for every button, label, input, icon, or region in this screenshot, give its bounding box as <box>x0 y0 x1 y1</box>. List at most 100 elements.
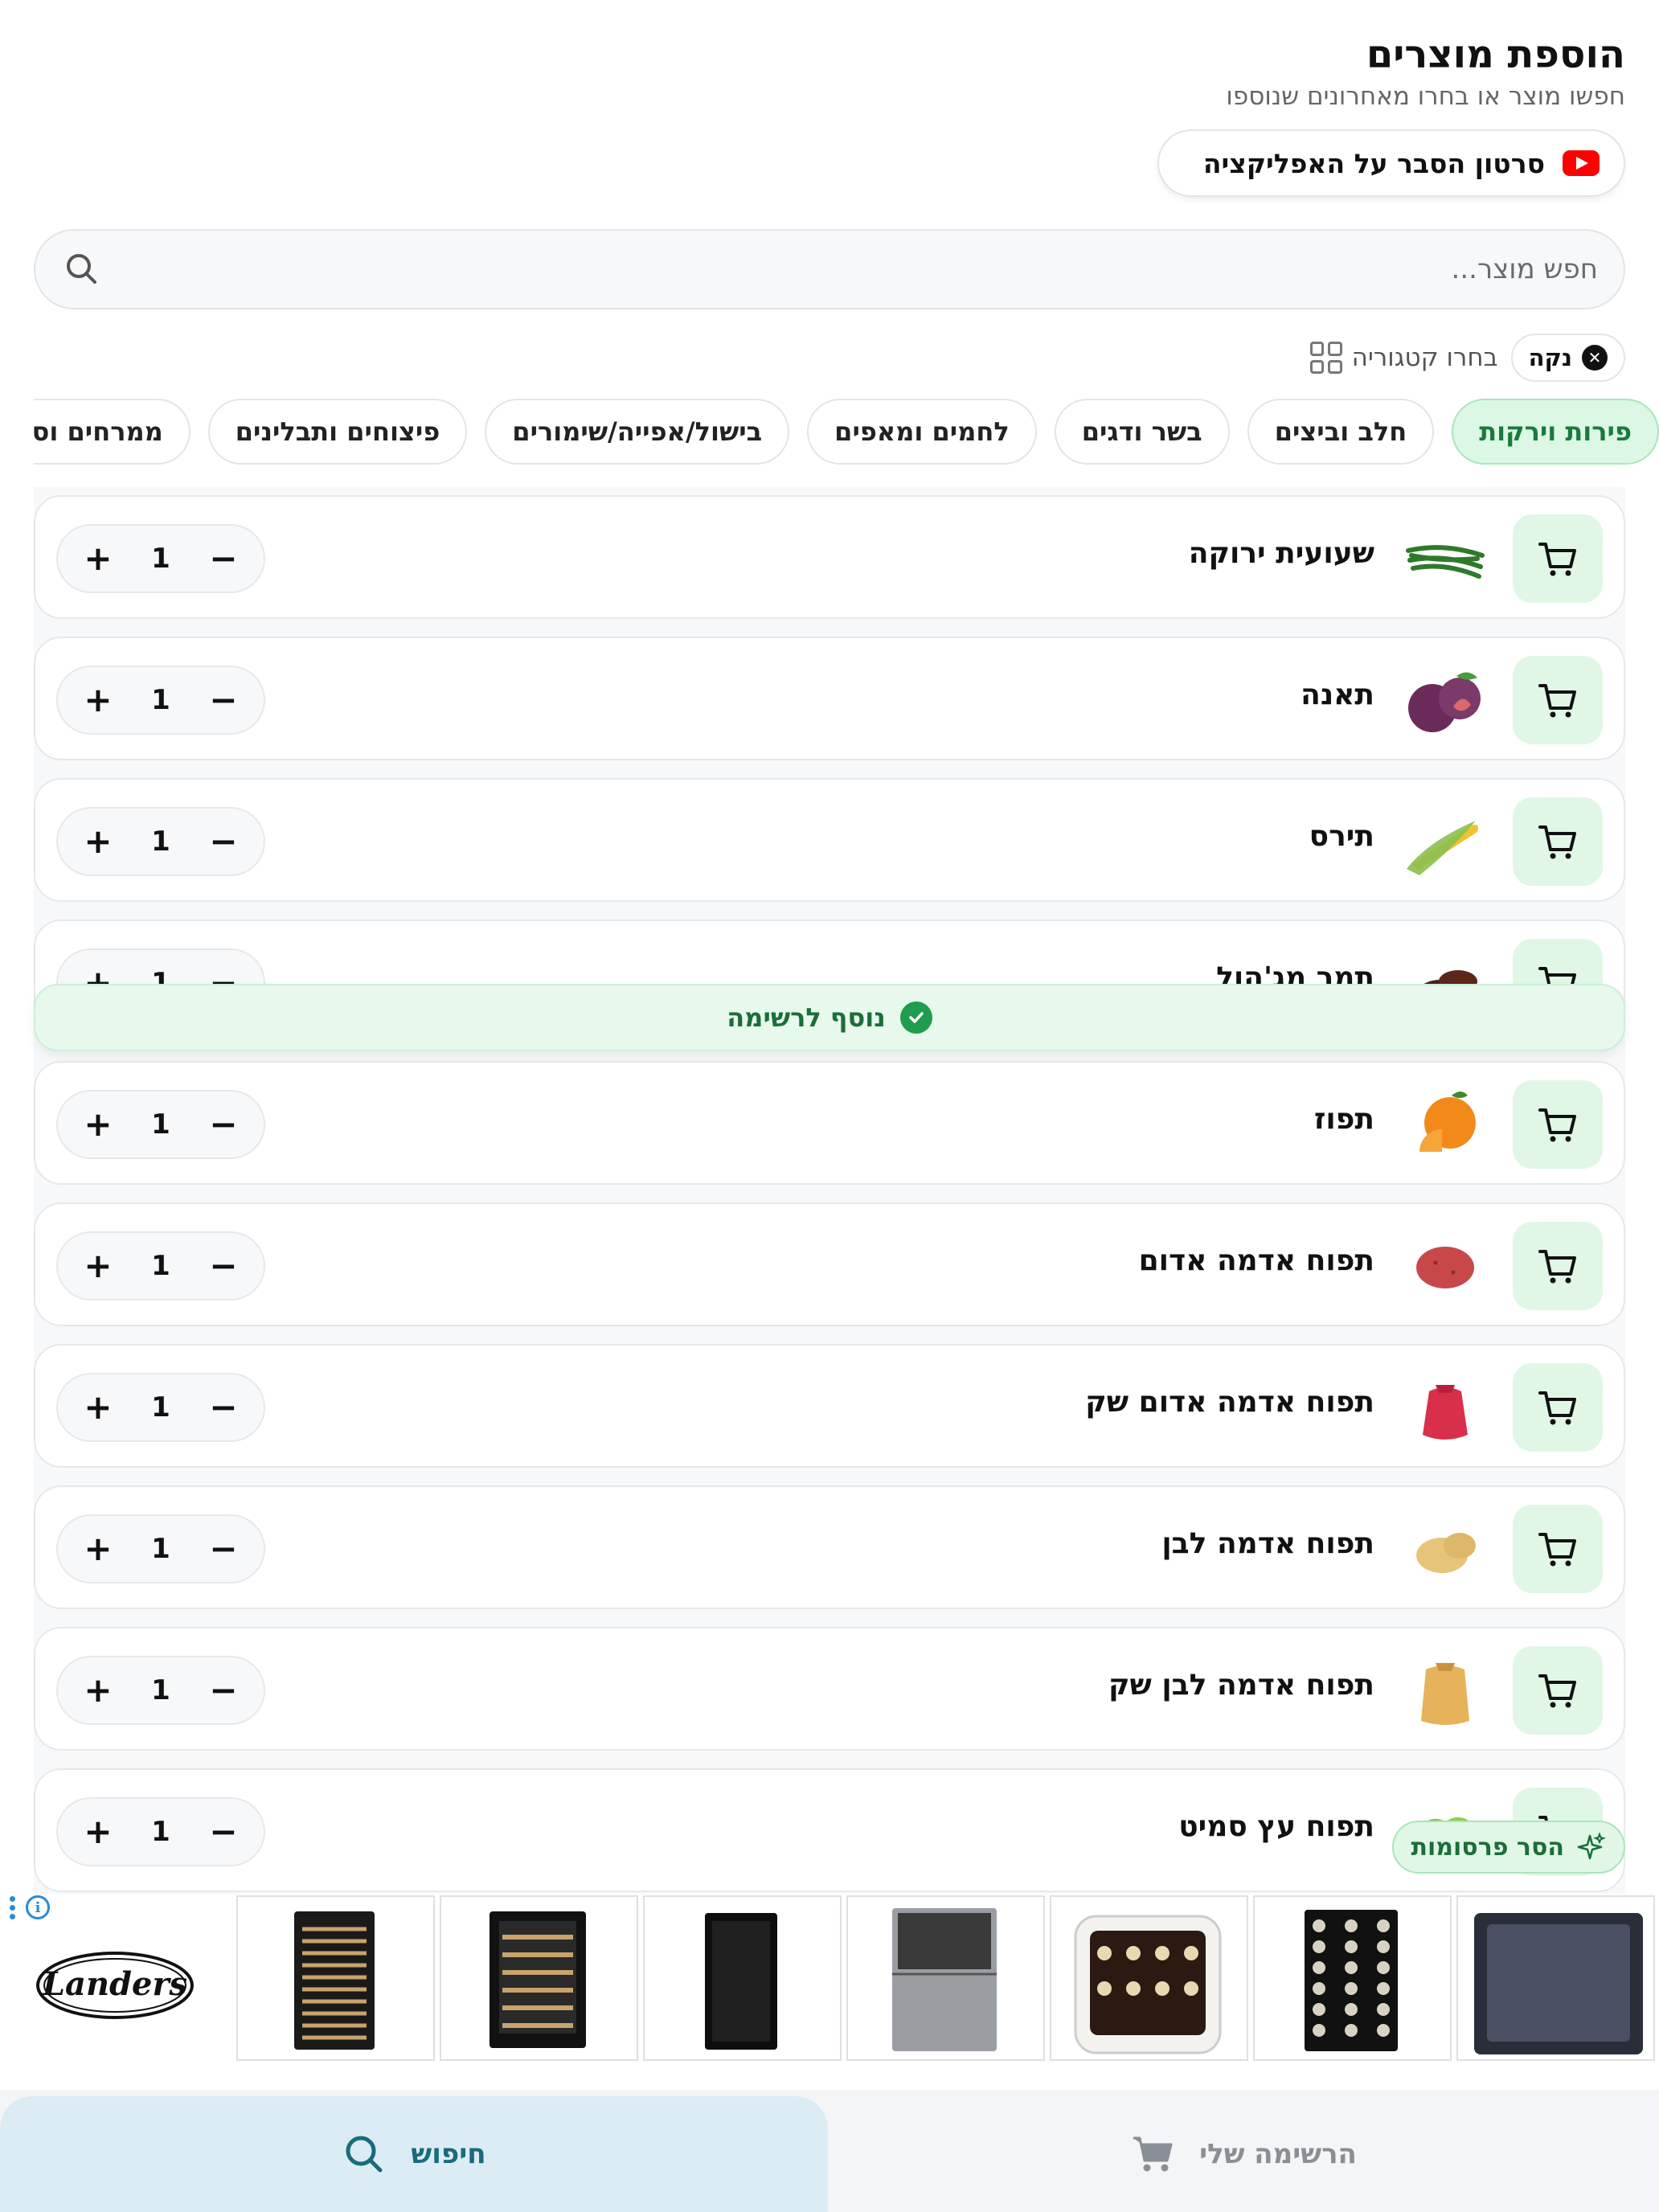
add-to-cart-button[interactable] <box>1513 1505 1603 1593</box>
category-chip[interactable]: לחמים ומאפים <box>807 399 1037 465</box>
svg-text:Landers: Landers <box>42 1965 187 2003</box>
add-to-cart-button[interactable] <box>1513 1363 1603 1452</box>
product-image <box>1423 1385 1468 1440</box>
product-name: תפוז <box>1313 1103 1374 1136</box>
add-to-cart-button[interactable] <box>1513 1080 1603 1169</box>
page-title: הוספת מוצרים <box>1366 32 1625 77</box>
add-to-cart-button[interactable] <box>1513 1222 1603 1310</box>
quantity-value: 1 <box>151 543 170 575</box>
nav-tab-my-list-label: הרשימה שלי <box>1199 2138 1357 2170</box>
ad-product-card[interactable] <box>1456 1895 1655 2061</box>
category-scroller[interactable]: פירות וירקות חלב וביצים בשר ודגים לחמים ומא… <box>34 399 1659 465</box>
ad-product-image <box>892 1908 997 2051</box>
add-to-cart-button[interactable] <box>1513 656 1603 744</box>
category-picker[interactable]: בחרו קטגוריה <box>1309 342 1498 374</box>
category-chip[interactable]: בישול/אפייה/שימורים <box>485 399 790 465</box>
cart-icon <box>1538 1391 1576 1425</box>
ad-product-card[interactable] <box>846 1895 1045 2061</box>
increment-button[interactable]: + <box>82 1391 114 1424</box>
add-to-cart-button[interactable] <box>1513 797 1603 886</box>
ad-product-card[interactable] <box>236 1895 435 2061</box>
product-row[interactable]: תפוז +1 − <box>34 1061 1625 1185</box>
quantity-stepper: +1 − <box>56 1373 265 1442</box>
product-row[interactable]: תירס +1 − <box>34 778 1625 902</box>
category-chip[interactable]: ממרחים וסלטים <box>34 399 190 465</box>
category-chip[interactable]: פיצוחים ותבלינים <box>207 399 468 465</box>
category-chip[interactable]: בשר ודגים <box>1054 399 1230 465</box>
quantity-stepper: +1 − <box>56 1514 265 1583</box>
ad-product-card[interactable] <box>1253 1895 1452 2061</box>
category-track: פירות וירקות חלב וביצים בשר ודגים לחמים ומא… <box>34 399 1659 465</box>
product-name: תפוח אדמה לבן <box>1161 1527 1374 1560</box>
cart-icon <box>1538 1108 1576 1142</box>
increment-button[interactable]: + <box>82 683 114 717</box>
clear-filter-chip[interactable]: ✕ נקה <box>1510 334 1625 382</box>
ad-product-card[interactable] <box>440 1895 638 2061</box>
ad-banner[interactable]: i Landers <box>0 1894 1659 2066</box>
quantity-stepper: +1 − <box>56 1797 265 1866</box>
clear-filter-label: נקה <box>1528 344 1572 371</box>
decrement-button[interactable]: − <box>207 1391 240 1424</box>
page-subtitle: חפשו מוצר או בחרו מאחרונים שנוספו <box>1226 82 1625 111</box>
decrement-button[interactable]: − <box>207 1249 240 1283</box>
product-image <box>1421 1663 1469 1725</box>
product-row[interactable]: תפוח אדמה לבן +1 − <box>34 1485 1625 1609</box>
product-name: תפוח אדמה אדום <box>1138 1244 1374 1277</box>
product-row[interactable]: תפוח עץ סמיט +1 − <box>34 1768 1625 1892</box>
ad-product-image <box>490 1911 586 2048</box>
decrement-button[interactable]: − <box>207 1815 240 1849</box>
add-to-cart-button[interactable] <box>1513 1646 1603 1735</box>
ad-brand-logo[interactable]: Landers <box>32 1944 198 2027</box>
search-icon[interactable] <box>61 248 103 290</box>
nav-tab-my-list[interactable]: הרשימה שלי <box>828 2096 1659 2212</box>
product-name: תאנה <box>1301 678 1374 711</box>
ad-product-card[interactable] <box>643 1895 842 2061</box>
product-image <box>1416 1533 1476 1573</box>
info-icon[interactable]: i <box>26 1895 50 1919</box>
increment-button[interactable]: + <box>82 1108 114 1141</box>
filter-row: ✕ נקה בחרו קטגוריה <box>1309 334 1625 382</box>
product-row[interactable]: שעועית ירוקה +1 − <box>34 495 1625 619</box>
added-to-list-toast: נוסף לרשימה <box>34 984 1625 1051</box>
ad-info[interactable]: i <box>10 1895 50 1919</box>
decrement-button[interactable]: − <box>207 1673 240 1707</box>
ad-product-image <box>1074 1915 1222 2054</box>
ad-product-card[interactable] <box>1050 1895 1248 2061</box>
increment-button[interactable]: + <box>82 1249 114 1283</box>
increment-button[interactable]: + <box>82 825 114 858</box>
decrement-button[interactable]: − <box>207 542 240 576</box>
video-explainer-label: סרטון הסבר על האפליקציה <box>1202 147 1545 179</box>
category-chip[interactable]: חלב וביצים <box>1247 399 1435 465</box>
search-input[interactable] <box>103 245 1598 293</box>
product-image <box>1419 1092 1476 1152</box>
increment-button[interactable]: + <box>82 542 114 576</box>
ad-product-image <box>294 1911 375 2050</box>
increment-button[interactable]: + <box>82 1532 114 1566</box>
product-row[interactable]: תפוח אדמה אדום +1 − <box>34 1202 1625 1326</box>
product-name: תפוח אדמה לבן שק <box>1108 1669 1374 1702</box>
youtube-icon <box>1563 150 1600 176</box>
product-list[interactable]: שעועית ירוקה +1− תאנה +1− תירס +1− תמר מג'הול +… <box>34 487 1625 1894</box>
quantity-value: 1 <box>151 825 170 858</box>
video-explainer-button[interactable]: סרטון הסבר על האפליקציה <box>1157 129 1625 197</box>
decrement-button[interactable]: − <box>207 1108 240 1141</box>
increment-button[interactable]: + <box>82 1815 114 1849</box>
cart-icon <box>1538 543 1576 576</box>
add-to-cart-button[interactable] <box>1513 514 1603 603</box>
nav-tab-search[interactable]: חיפוש <box>0 2096 828 2212</box>
decrement-button[interactable]: − <box>207 1532 240 1566</box>
decrement-button[interactable]: − <box>207 825 240 858</box>
decrement-button[interactable]: − <box>207 683 240 717</box>
cart-icon <box>1538 1674 1576 1708</box>
grid-icon <box>1309 342 1342 374</box>
product-row[interactable]: תפוח אדמה לבן שק +1 − <box>34 1627 1625 1751</box>
more-options-icon[interactable] <box>10 1895 16 1919</box>
category-chip[interactable]: פירות וירקות <box>1452 399 1659 465</box>
product-row[interactable]: תאנה +1 − <box>34 637 1625 760</box>
remove-ads-button[interactable]: הסר פרסומות <box>1391 1821 1625 1874</box>
product-row[interactable]: תפוח אדמה אדום שק +1 − <box>34 1344 1625 1468</box>
ad-product-image <box>1305 1910 1398 2051</box>
increment-button[interactable]: + <box>82 1673 114 1707</box>
cart-icon <box>1538 684 1576 718</box>
quantity-value: 1 <box>151 1250 170 1282</box>
